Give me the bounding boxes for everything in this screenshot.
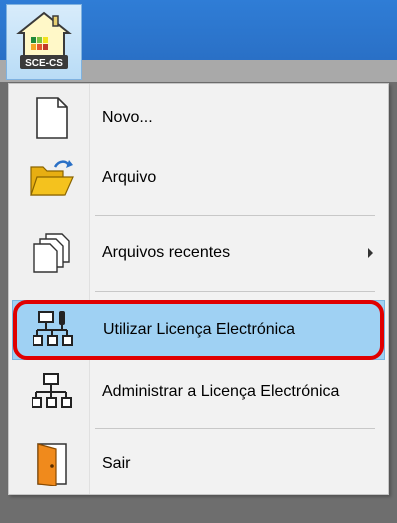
application-menu: Novo... Arquivo Arquivos recentes Utiliz… [8, 83, 389, 495]
recent-files-icon [33, 233, 70, 273]
menu-item-label: Novo... [102, 109, 153, 126]
menu-item-label: Sair [102, 455, 131, 472]
new-document-icon [36, 97, 68, 139]
menu-separator [95, 215, 375, 216]
menu-item-use-license[interactable]: Utilizar Licença Electrónica [12, 300, 385, 360]
menu-item-label: Arquivos recentes [102, 244, 231, 261]
menu-item-new[interactable]: Novo... [12, 88, 385, 148]
menu-item-label: Arquivo [102, 169, 157, 186]
menu-separator [95, 428, 375, 429]
open-folder-icon [30, 160, 74, 196]
application-menu-button[interactable]: SCE-CS [6, 4, 82, 80]
menu-item-admin-license[interactable]: Administrar a Licença Electrónica [12, 362, 385, 422]
menu-item-open[interactable]: Arquivo [12, 148, 385, 208]
menu-item-label: Administrar a Licença Electrónica [102, 383, 340, 400]
network-license-icon [33, 311, 73, 346]
network-admin-icon [32, 373, 72, 408]
menu-item-exit[interactable]: Sair [12, 434, 385, 494]
app-logo-icon: SCE-CS [16, 11, 72, 69]
menu-item-recent-files[interactable]: Arquivos recentes [12, 223, 385, 283]
app-logo-text: SCE-CS [25, 58, 63, 69]
exit-door-icon [37, 443, 67, 486]
submenu-arrow-icon [368, 248, 373, 258]
menu-item-label: Utilizar Licença Electrónica [103, 321, 296, 338]
menu-separator [95, 291, 375, 292]
